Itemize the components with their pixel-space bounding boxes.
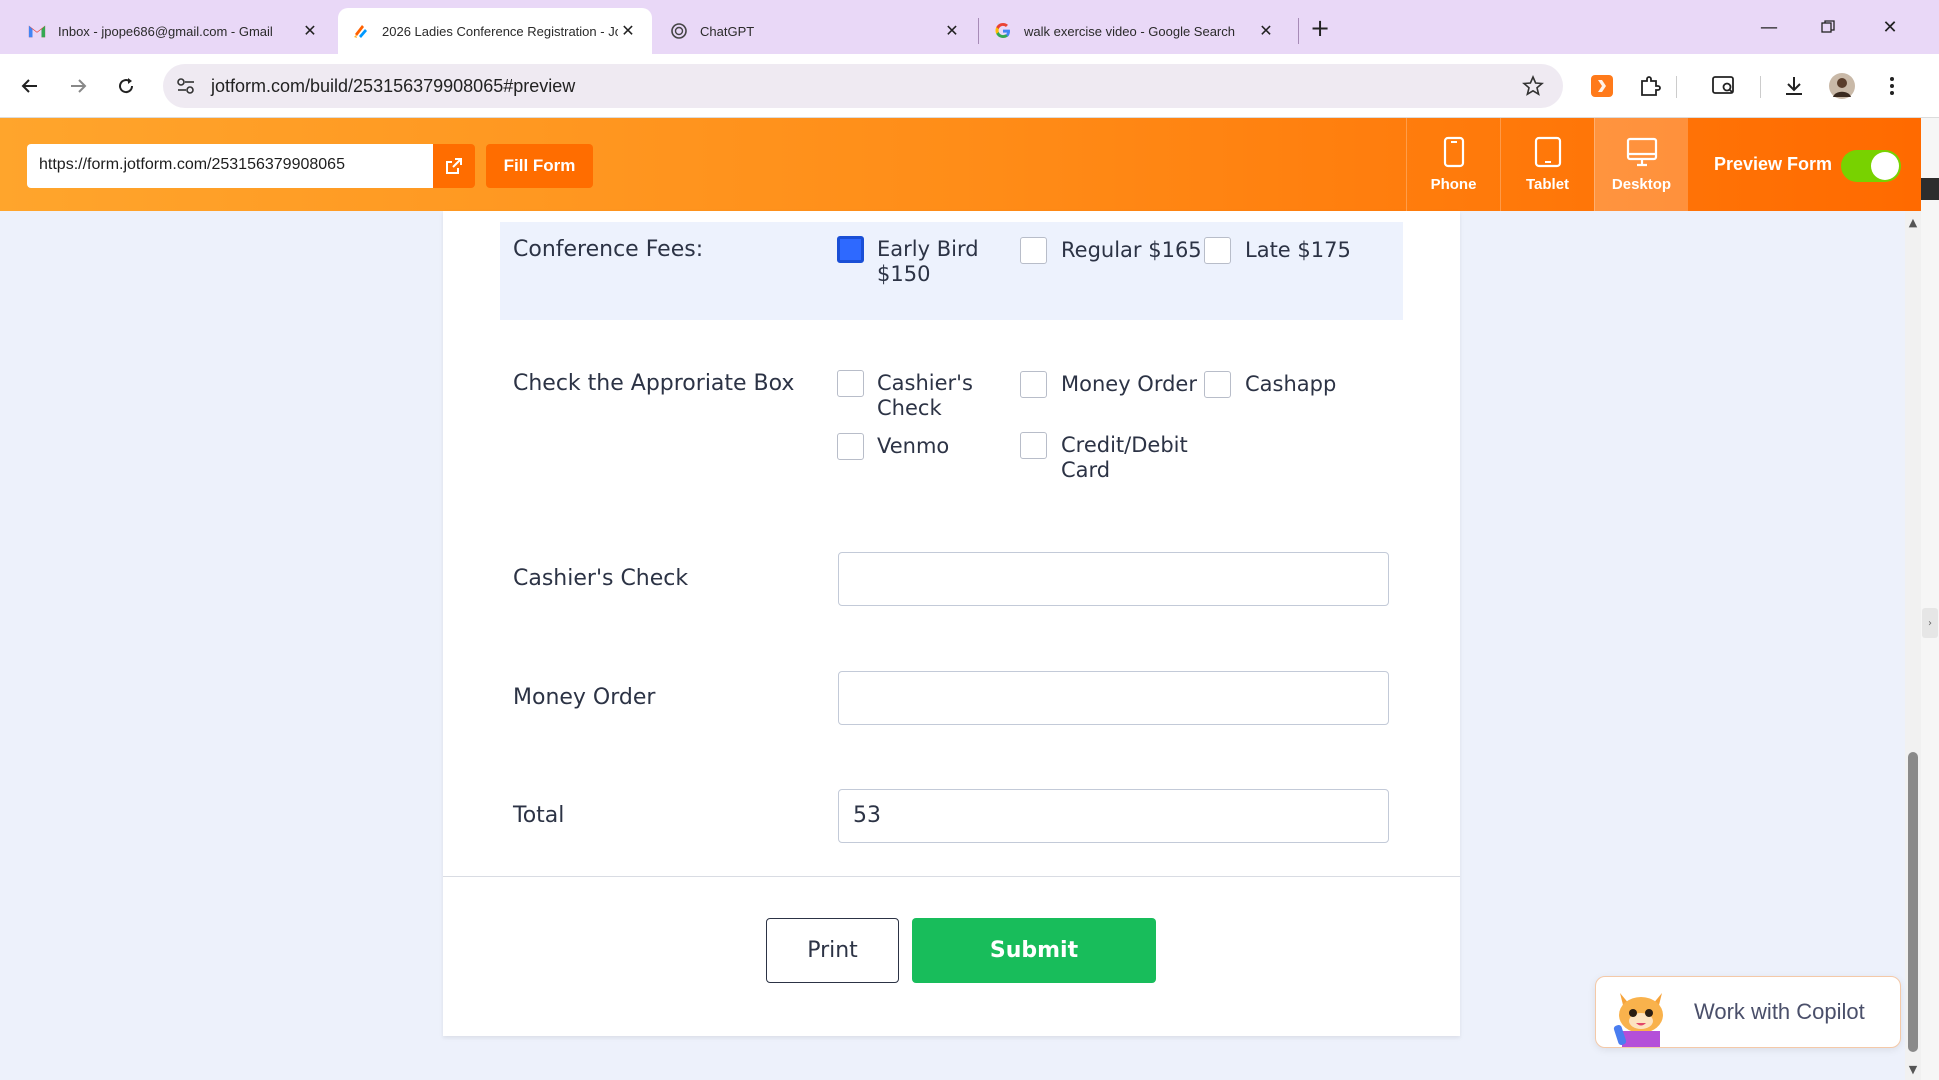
desktop-icon xyxy=(1626,137,1657,167)
tablet-icon xyxy=(1534,136,1561,168)
tab-google-search[interactable]: walk exercise video - Google Search ✕ xyxy=(980,8,1290,54)
copilot-cat-icon xyxy=(1608,985,1674,1047)
device-desktop-button[interactable]: Desktop xyxy=(1594,118,1688,211)
bookmark-star-icon[interactable] xyxy=(1521,74,1545,98)
copilot-label: Work with Copilot xyxy=(1694,999,1865,1024)
preview-form-label: Preview Form xyxy=(1714,154,1833,174)
window-close-icon[interactable]: ✕ xyxy=(1870,12,1910,42)
scroll-down-icon[interactable]: ▼ xyxy=(1906,1062,1920,1076)
fee-regular-checkbox[interactable] xyxy=(1020,237,1047,264)
restore-icon[interactable] xyxy=(1808,12,1848,42)
device-phone-button[interactable]: Phone xyxy=(1406,118,1500,211)
tab-chatgpt[interactable]: ChatGPT ✕ xyxy=(656,8,976,54)
payment-venmo-checkbox[interactable] xyxy=(837,433,864,460)
money-order-input[interactable] xyxy=(838,671,1389,725)
jotform-icon xyxy=(352,22,370,40)
total-input[interactable]: 53 xyxy=(838,789,1389,843)
chatgpt-icon xyxy=(670,22,688,40)
form-url-field[interactable]: https://form.jotform.com/253156379908065 xyxy=(27,144,433,188)
minimize-icon[interactable]: — xyxy=(1749,12,1789,42)
new-tab-button[interactable]: + xyxy=(1306,14,1334,42)
profile-avatar[interactable] xyxy=(1826,70,1858,102)
print-button[interactable]: Print xyxy=(766,918,899,983)
toggle-knob xyxy=(1871,152,1899,180)
device-label: Tablet xyxy=(1525,176,1570,193)
tab-separator xyxy=(978,18,979,44)
payment-cashiers-check-label[interactable]: Cashier's Check xyxy=(877,371,973,421)
payment-cashapp-label[interactable]: Cashapp xyxy=(1245,372,1336,397)
tab-title: Inbox - jpope686@gmail.com - Gmail xyxy=(58,23,273,39)
total-label: Total xyxy=(513,803,565,828)
phone-icon xyxy=(1443,136,1464,168)
option-line: Credit/Debit xyxy=(1061,433,1188,457)
payment-cashapp-checkbox[interactable] xyxy=(1204,371,1231,398)
close-icon[interactable]: ✕ xyxy=(942,21,962,41)
tab-title: 2026 Ladies Conference Registration - Jo… xyxy=(382,23,618,39)
fee-late-label[interactable]: Late $175 xyxy=(1245,238,1351,263)
payment-method-label: Check the Approriate Box xyxy=(513,371,795,396)
device-label: Phone xyxy=(1430,176,1477,193)
option-line: Card xyxy=(1061,458,1111,482)
payment-money-order-label[interactable]: Money Order xyxy=(1061,372,1197,397)
side-panel-marker xyxy=(1921,178,1939,200)
toolbar-separator xyxy=(1760,76,1761,98)
extensions-puzzle-icon[interactable] xyxy=(1634,70,1666,102)
scrollbar-thumb[interactable] xyxy=(1908,752,1918,1052)
address-text[interactable]: jotform.com/build/253156379908065#previe… xyxy=(211,76,575,97)
reload-icon[interactable] xyxy=(110,70,142,102)
fee-early-bird-checkbox[interactable] xyxy=(837,236,864,263)
site-settings-icon[interactable] xyxy=(175,75,197,97)
cashiers-check-label: Cashier's Check xyxy=(513,566,689,591)
submit-button[interactable]: Submit xyxy=(912,918,1156,983)
side-panel-expand-icon[interactable]: › xyxy=(1922,608,1938,638)
open-external-icon[interactable] xyxy=(433,144,475,188)
preview-form-toggle[interactable] xyxy=(1841,150,1901,182)
form-divider xyxy=(443,876,1460,877)
address-bar[interactable]: jotform.com/build/253156379908065#previe… xyxy=(163,64,1563,108)
toolbar-separator xyxy=(1676,76,1677,98)
device-tablet-button[interactable]: Tablet xyxy=(1500,118,1594,211)
device-label: Desktop xyxy=(1611,176,1672,193)
tab-gmail[interactable]: Inbox - jpope686@gmail.com - Gmail ✕ xyxy=(0,8,334,54)
fees-label: Conference Fees: xyxy=(513,237,704,262)
copilot-widget[interactable]: Work with Copilot xyxy=(1595,976,1901,1048)
payment-credit-debit-label[interactable]: Credit/Debit Card xyxy=(1061,433,1188,483)
option-line: Check xyxy=(877,396,942,420)
browser-menu-icon[interactable] xyxy=(1876,70,1908,102)
gmail-icon xyxy=(28,22,46,40)
payment-credit-debit-checkbox[interactable] xyxy=(1020,432,1047,459)
browser-toolbar: jotform.com/build/253156379908065#previe… xyxy=(0,54,1939,118)
cashiers-check-input[interactable] xyxy=(838,552,1389,606)
tab-jotform[interactable]: 2026 Ladies Conference Registration - Jo… xyxy=(338,8,652,54)
payment-cashiers-check-checkbox[interactable] xyxy=(837,370,864,397)
close-icon[interactable]: ✕ xyxy=(300,21,320,41)
payment-money-order-checkbox[interactable] xyxy=(1020,371,1047,398)
side-panel-gutter: › xyxy=(1921,118,1939,1080)
tab-title: ChatGPT xyxy=(700,23,755,39)
search-tabs-icon[interactable] xyxy=(1708,70,1740,102)
browser-tab-strip: Inbox - jpope686@gmail.com - Gmail ✕ 202… xyxy=(0,0,1939,54)
forward-icon[interactable] xyxy=(62,70,94,102)
google-icon xyxy=(994,22,1012,40)
close-icon[interactable]: ✕ xyxy=(1256,21,1276,41)
money-order-label: Money Order xyxy=(513,685,656,710)
option-line: $150 xyxy=(877,262,931,286)
fee-early-bird-label[interactable]: Early Bird $150 xyxy=(877,237,979,287)
fill-form-button[interactable]: Fill Form xyxy=(486,144,593,188)
fee-late-checkbox[interactable] xyxy=(1204,237,1231,264)
download-icon[interactable] xyxy=(1778,70,1810,102)
jotform-preview-bar: https://form.jotform.com/253156379908065… xyxy=(0,118,1921,211)
fee-regular-label[interactable]: Regular $165 xyxy=(1061,238,1202,263)
option-line: Cashier's xyxy=(877,371,973,395)
form-card xyxy=(443,211,1460,1036)
close-icon[interactable]: ✕ xyxy=(618,21,638,41)
jotform-extension-icon[interactable] xyxy=(1586,70,1618,102)
tab-separator xyxy=(1298,18,1299,44)
tab-title: walk exercise video - Google Search xyxy=(1024,23,1235,39)
back-icon[interactable] xyxy=(14,70,46,102)
option-line: Early Bird xyxy=(877,237,979,261)
payment-venmo-label[interactable]: Venmo xyxy=(877,434,949,459)
scroll-up-icon[interactable]: ▲ xyxy=(1906,215,1920,229)
